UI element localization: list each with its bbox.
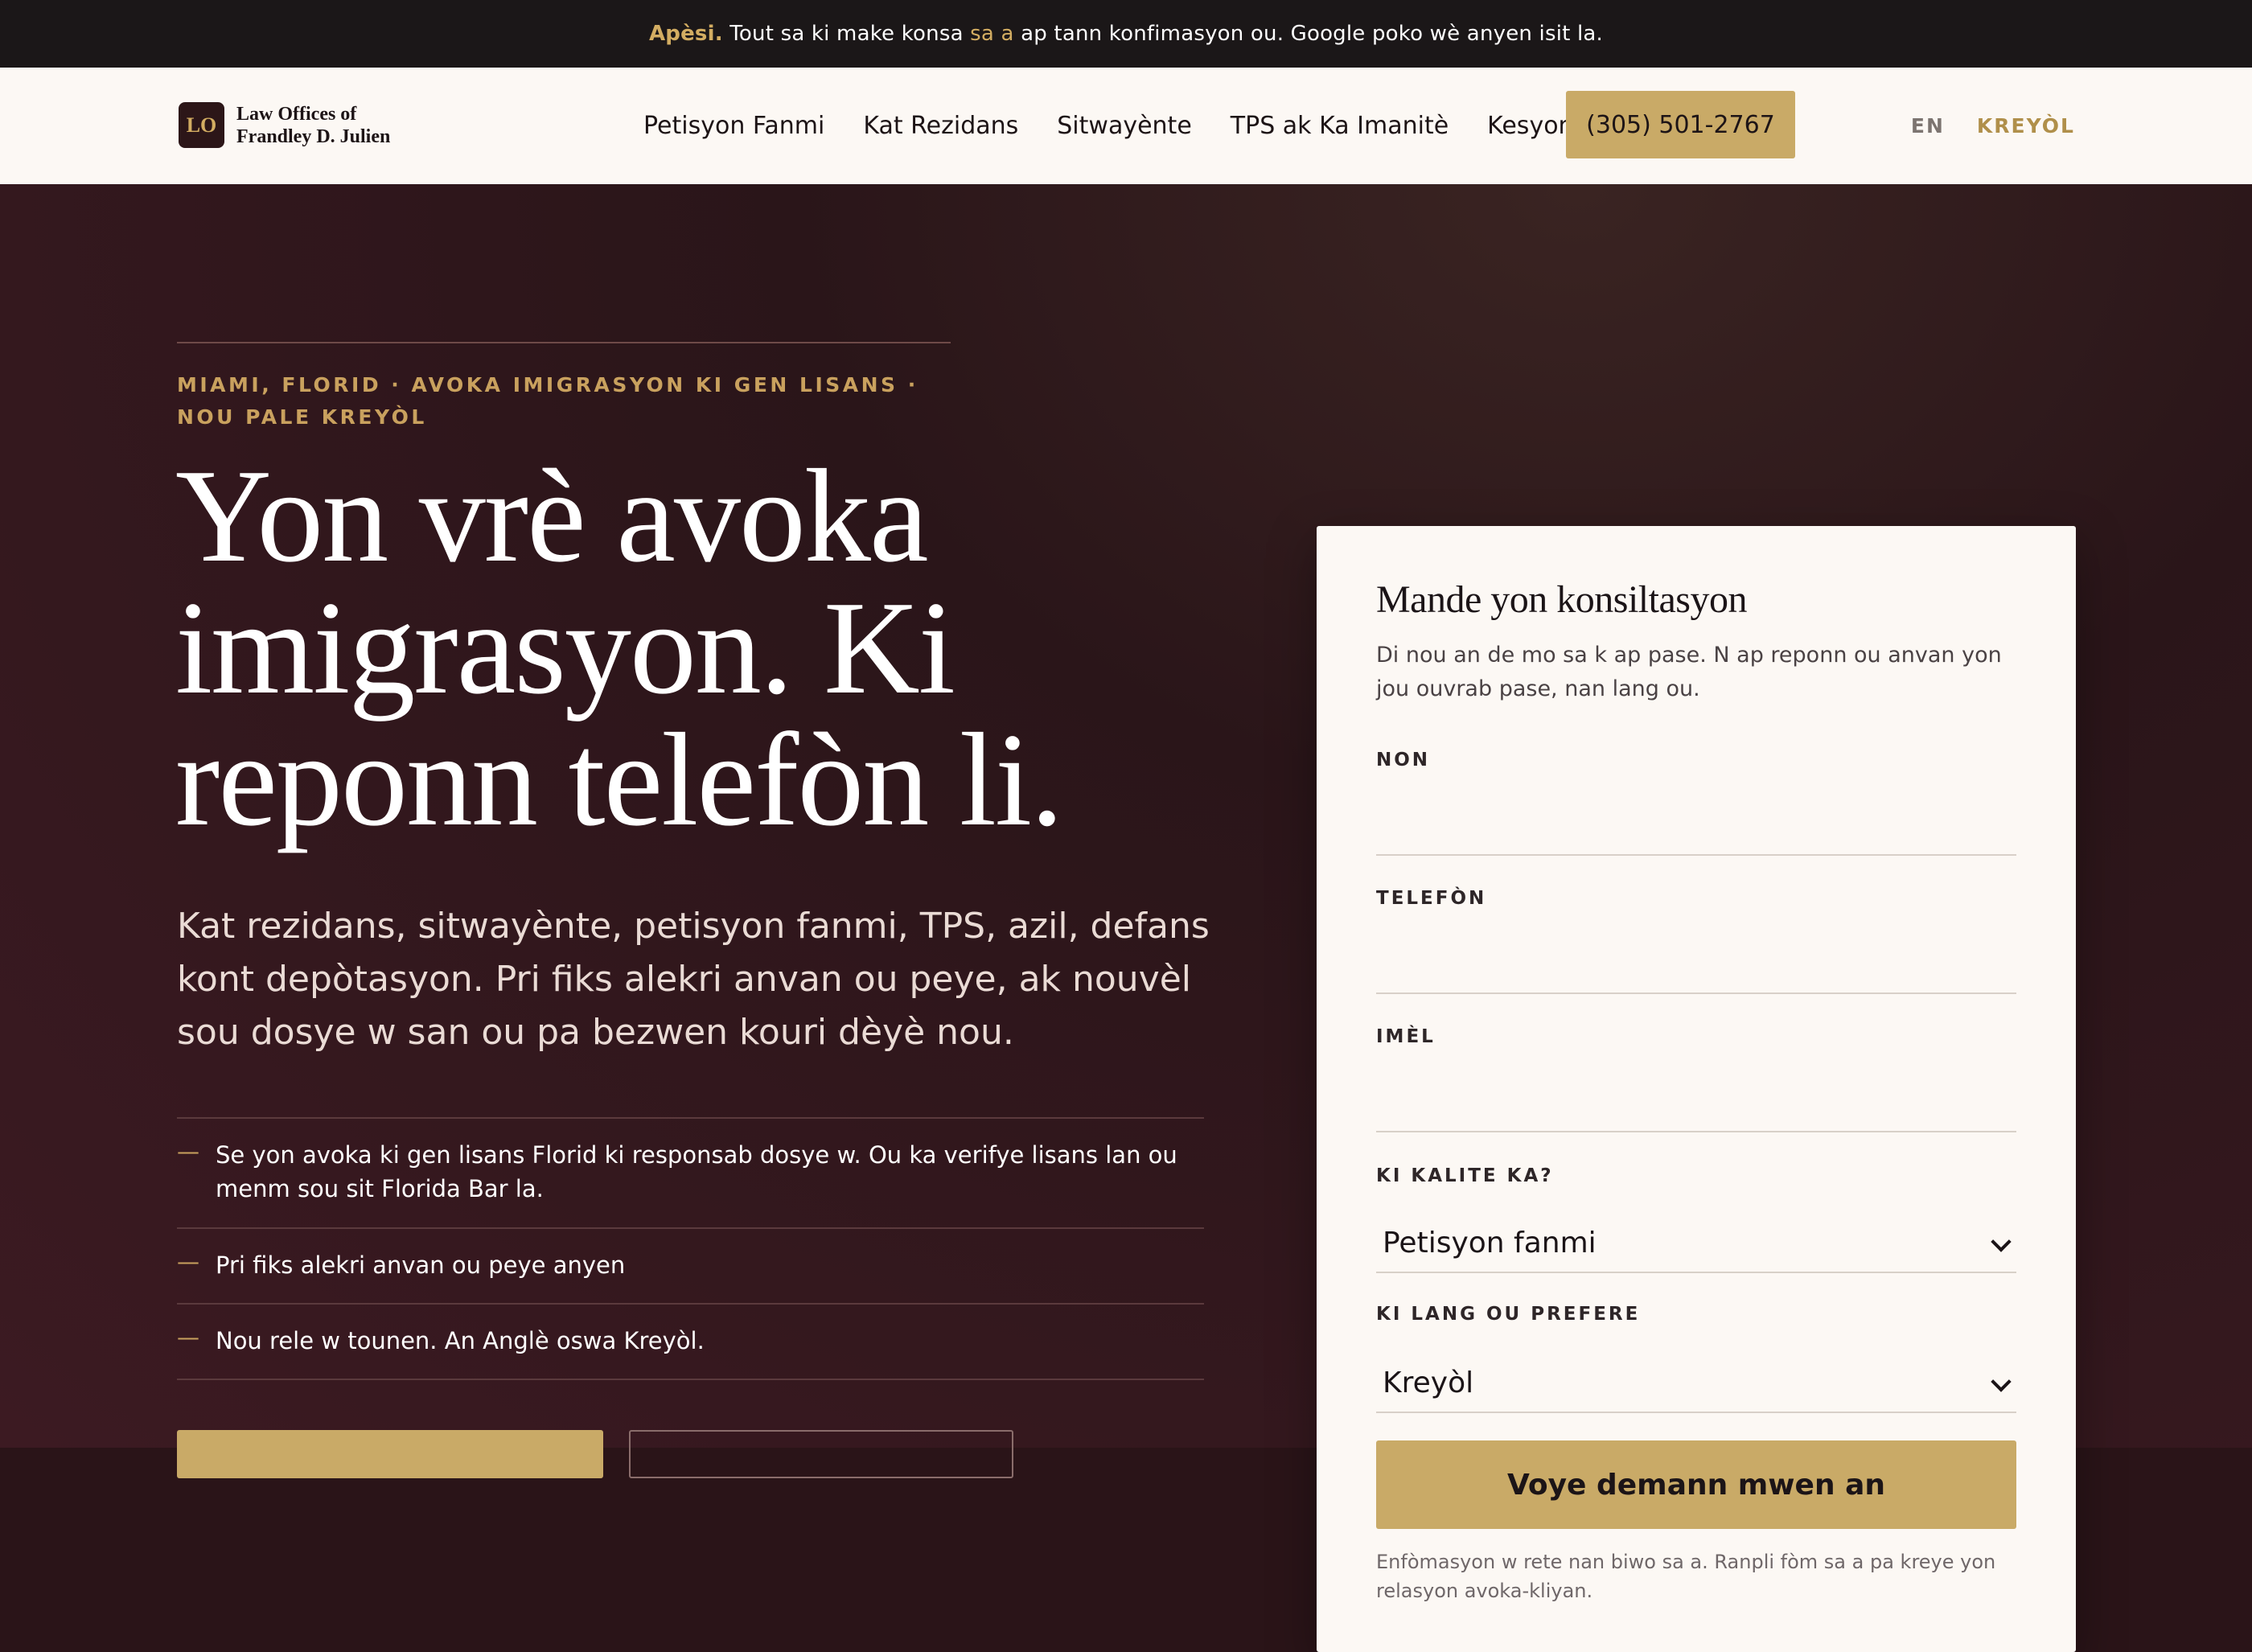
dash-icon: — <box>177 1324 199 1350</box>
dash-icon: — <box>177 1248 199 1275</box>
trust-point-text: Se yon avoka ki gen lisans Florid ki res… <box>216 1141 1177 1202</box>
main-nav: Petisyon Fanmi Kat Rezidans Sitwayènte T… <box>643 68 1574 184</box>
lang-kreyol-link[interactable]: KREYÒL <box>1977 114 2075 138</box>
announcement-highlight: sa a <box>970 22 1014 46</box>
hero-headline: Yon vrè avoka imigrasyon. Ki reponn tele… <box>175 442 1221 853</box>
email-field[interactable] <box>1376 1081 2016 1132</box>
primary-cta-button[interactable] <box>177 1430 603 1478</box>
case-type-select[interactable]: Petisyon fanmi <box>1376 1214 2016 1273</box>
headline-line-2: imigrasyon. Ki <box>175 573 955 721</box>
announcement-text-end: ap tann konfimasyon ou. Google poko wè a… <box>1013 22 1604 46</box>
announcement-text: Tout sa ki make konsa <box>722 22 971 46</box>
case-type-value: Petisyon fanmi <box>1383 1226 1597 1260</box>
nav-item-sitwayente[interactable]: Sitwayènte <box>1057 112 1192 140</box>
hero-eyebrow: MIAMI, FLORID · AVOKA IMIGRASYON KI GEN … <box>177 373 918 429</box>
list-item: — Se yon avoka ki gen lisans Florid ki r… <box>177 1117 1204 1227</box>
submit-button[interactable]: Voye demann mwen an <box>1376 1440 2016 1529</box>
consultation-form-card: Mande yon konsiltasyon Di nou an de mo s… <box>1317 526 2076 1652</box>
phone-label: TELEFÒN <box>1376 888 1487 909</box>
language-switcher: EN KREYÒL <box>1911 68 2075 184</box>
case-type-label: KI KALITE KA? <box>1376 1165 1554 1186</box>
announcement-bar: Apèsi. Tout sa ki make konsa sa a ap tan… <box>0 0 2252 68</box>
language-select[interactable]: Kreyòl <box>1376 1354 2016 1413</box>
headline-line-1: Yon vrè avoka <box>175 442 929 590</box>
nav-item-tps[interactable]: TPS ak Ka Imanitè <box>1231 112 1449 140</box>
language-value: Kreyòl <box>1383 1366 1474 1399</box>
trust-point-text: Nou rele w tounen. An Anglè oswa Kreyòl. <box>216 1327 705 1354</box>
phone-field[interactable] <box>1376 943 2016 994</box>
announcement-lead: Apèsi. <box>648 22 723 46</box>
form-disclaimer: Enfòmasyon w rete nan biwo sa a. Ranpli … <box>1376 1551 1996 1602</box>
nav-item-petisyon-fanmi[interactable]: Petisyon Fanmi <box>643 112 824 140</box>
form-title: Mande yon konsiltasyon <box>1376 578 1747 621</box>
logo-monogram[interactable]: LO <box>179 102 224 148</box>
trust-points: — Se yon avoka ki gen lisans Florid ki r… <box>177 1117 1204 1380</box>
form-subtitle: Di nou an de mo sa k ap pase. N ap repon… <box>1376 643 2002 701</box>
email-label: IMÈL <box>1376 1026 1436 1047</box>
trust-point-text: Pri fiks alekri anvan ou peye anyen <box>216 1251 626 1279</box>
hero-lede: Kat rezidans, sitwayènte, petisyon fanmi… <box>177 906 1210 1053</box>
language-label: KI LANG OU PREFERE <box>1376 1304 1641 1325</box>
name-label: NON <box>1376 750 1431 771</box>
phone-button[interactable]: (305) 501-2767 <box>1566 91 1795 158</box>
lang-en-link[interactable]: EN <box>1911 114 1945 138</box>
list-item: — Nou rele w tounen. An Anglè oswa Kreyò… <box>177 1303 1204 1380</box>
dash-icon: — <box>177 1138 199 1165</box>
headline-line-3: reponn telefòn li. <box>175 705 1064 853</box>
name-field[interactable] <box>1376 804 2016 856</box>
logo-line-1: Law Offices of <box>236 104 357 125</box>
hero-section: MIAMI, FLORID · AVOKA IMIGRASYON KI GEN … <box>0 184 2252 1652</box>
secondary-cta-button[interactable] <box>629 1430 1013 1478</box>
chevron-down-icon <box>1991 1231 2012 1252</box>
list-item: — Pri fiks alekri anvan ou peye anyen <box>177 1227 1204 1303</box>
nav-item-kat-rezidans[interactable]: Kat Rezidans <box>863 112 1018 140</box>
nav-item-kesyon[interactable]: Kesyon <box>1487 112 1573 140</box>
chevron-down-icon <box>1991 1371 2012 1392</box>
divider <box>177 342 951 343</box>
logo-line-2: Frandley D. Julien <box>236 126 391 147</box>
logo-wordmark[interactable]: Law Offices of Frandley D. Julien <box>236 103 390 148</box>
site-header: LO Law Offices of Frandley D. Julien Pet… <box>0 68 2252 185</box>
